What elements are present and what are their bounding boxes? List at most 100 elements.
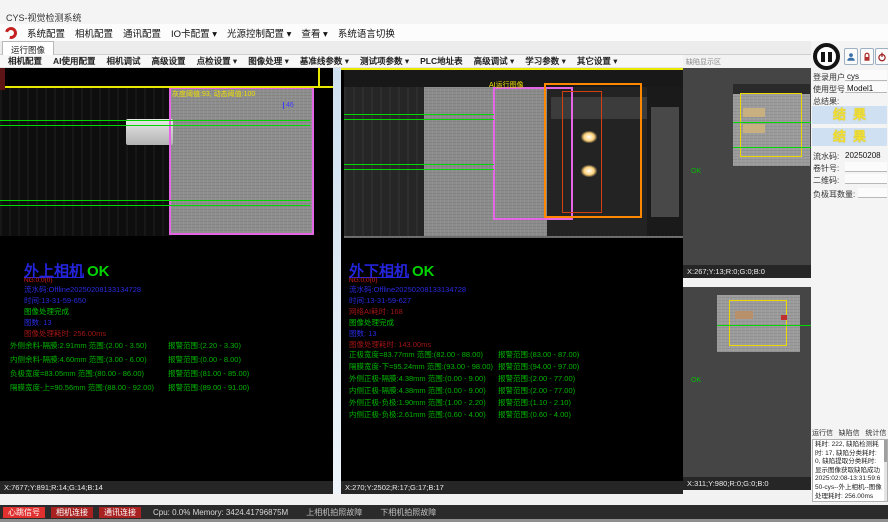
power-icon [877, 52, 887, 62]
preview-status-overlay: OK [691, 377, 701, 384]
heartbeat-badge: 心跳信号 [3, 507, 45, 518]
menu-item-io-config[interactable]: IO卡配置 ▾ [171, 26, 217, 40]
cursor-readout-preview-lower: X:311;Y:980;R:0;G:0;B:0 [683, 477, 811, 490]
lower-camera-warning: 下相机拍照故障 [380, 507, 436, 518]
qrcode-field[interactable] [845, 174, 887, 184]
measurement-value: 外侧余料-隔膜:2.91mm 范围:(2.00 - 3.50) [10, 341, 147, 350]
cursor-readout-upper: X:7677;Y:891;R:14;G:14;B:14 [0, 481, 333, 494]
tool-other-settings[interactable]: 其它设置 ▾ [577, 55, 618, 67]
menu-item-system-config[interactable]: 系统配置 [27, 26, 65, 40]
serial-value: 20250208 [845, 151, 881, 160]
result-ok: OK [87, 263, 110, 280]
winder-pin-field[interactable] [845, 162, 887, 172]
tool-test-params[interactable]: 测试项参数 ▾ [360, 55, 409, 67]
roi-rect-magenta [169, 87, 314, 235]
menu-item-language-switch[interactable]: 系统语言切换 [338, 26, 395, 40]
menu-item-camera-config[interactable]: 相机配置 [75, 26, 113, 40]
user-button[interactable] [844, 48, 858, 65]
measurement-row: 正极宽度=83.77mm 范围:(82.00 - 88.00)报警范围:(83.… [349, 349, 679, 360]
measure-line [733, 147, 811, 148]
measure-line [344, 164, 494, 165]
info-log-box[interactable]: 耗时: 222, 缺陷检测耗时: 17, 缺陷分类耗时: 0, 缺陷提取分类耗时… [812, 439, 888, 502]
negative-tab-count-label: 负极耳数量: [813, 189, 855, 200]
toolbar: 相机配置 AI使用配置 相机调试 高级设置 点检设置 ▾ 图像处理 ▾ 基准线参… [0, 55, 683, 68]
tool-image-processing[interactable]: 图像处理 ▾ [248, 55, 289, 67]
baseline-yellow-v [318, 68, 320, 86]
threshold-overlay: 灰度阈值:93, 动态阈值:100 [172, 89, 255, 99]
tool-plc-address[interactable]: PLC地址表 [420, 55, 463, 67]
alarm-range: 报警范围:(81.00 - 85.00) [168, 368, 249, 379]
winder-pin-label: 卷针号: [813, 163, 839, 174]
connector-tab-image [126, 119, 173, 145]
alarm-range: 报警范围:(2.20 - 3.30) [168, 340, 241, 351]
tool-baseline-params[interactable]: 基准线参数 ▾ [300, 55, 349, 67]
tab-mark [735, 311, 753, 319]
preview-status-overlay: OK [691, 168, 701, 175]
panel-divider [333, 68, 341, 494]
qrcode-label: 二维码: [813, 175, 839, 186]
alarm-range: 报警范围:(94.00 - 97.00) [498, 361, 579, 372]
tool-learning-params[interactable]: 学习参数 ▾ [525, 55, 566, 67]
measure-line [344, 114, 494, 115]
measurement-value: 内侧余料-隔膜:4.60mm 范围:(3.00 - 6.00) [10, 355, 147, 364]
serial-line: 流水码:Offline20250208133134728 [24, 284, 141, 295]
measurement-row: 内侧正极-隔膜:4.38mm 范围:(0.00 - 9.00) 报警范围:(2.0… [349, 385, 679, 396]
measure-line [0, 200, 310, 201]
lock-icon [862, 52, 872, 62]
camera-link-badge: 相机连接 [51, 507, 93, 518]
measurement-row: 隔膜宽度-下=95.24mm 范围:(93.00 - 98.00) 报警范围:(9… [349, 361, 679, 372]
measurement-value: 隔膜宽度-下=95.24mm 范围:(93.00 - 98.00) [349, 362, 493, 371]
gray-value-marker: 46 [283, 102, 294, 109]
login-user-label: 登录用户: [813, 72, 847, 83]
alarm-range: 报警范围:(2.00 - 77.00) [498, 385, 575, 396]
cpu-memory-readout: Cpu: 0.0% Memory: 3424.41796875M [153, 508, 288, 517]
tab-run-image[interactable]: 运行图像 [2, 41, 54, 55]
ng-counter: NG:0;0(0) [24, 277, 53, 284]
defect-preview-upper[interactable]: OK [683, 68, 811, 265]
model-value: Model1 [847, 84, 873, 93]
measurement-value: 内侧正极-隔膜:4.38mm 范围:(0.00 - 9.00) [349, 386, 486, 395]
menu-item-view[interactable]: 查看 ▾ [301, 26, 327, 40]
tool-camera-config[interactable]: 相机配置 [8, 55, 42, 67]
measurement-row: 隔膜宽度-上=90.56mm 范围:(88.00 - 92.00) 报警范围:(8… [10, 382, 330, 393]
measurement-value: 外侧正极-隔膜:4.38mm 范围:(0.00 - 9.00) [349, 374, 486, 383]
cursor-readout-preview-upper: X:267;Y:13;R:0;G:0;B:0 [683, 265, 811, 278]
measurement-row: 外侧正极-隔膜:4.38mm 范围:(0.00 - 9.00)报警范围:(2.0… [349, 373, 679, 384]
ng-counter: NG:0;0(0) [349, 277, 378, 284]
status-bar: 心跳信号 相机连接 通讯连接 Cpu: 0.0% Memory: 3424.41… [0, 505, 888, 519]
pause-button[interactable] [813, 43, 840, 70]
tool-camera-debug[interactable]: 相机调试 [107, 55, 141, 67]
measurement-value: 外侧正极-负极:1.90mm 范围:(1.00 - 2.20) [349, 398, 486, 407]
defect-area-label: 缺陷显示区 [686, 57, 721, 67]
info-scrollbar[interactable] [884, 440, 887, 501]
camera-view-upper[interactable]: 灰度阈值:93, 动态阈值:100 46 外上相机OK NG:0;0(0) 流水… [0, 68, 333, 481]
alarm-range: 报警范围:(83.00 - 87.00) [498, 349, 579, 360]
camera-image [0, 88, 172, 236]
measurement-value: 隔膜宽度-上=90.56mm 范围:(88.00 - 92.00) [10, 383, 154, 392]
measurement-value: 负极宽度=83.05mm 范围:(80.00 - 86.00) [10, 369, 144, 378]
alarm-range: 报警范围:(89.00 - 91.00) [168, 382, 249, 393]
power-button[interactable] [875, 48, 888, 65]
camera-view-lower[interactable]: AI运行图像 外下相机OK NG:0;0(0) 流水码:Offline20250… [341, 68, 683, 481]
defect-mark [781, 315, 787, 320]
tool-advanced-debug[interactable]: 高级调试 ▾ [474, 55, 515, 67]
measurement-row: 外侧正极-负极:1.90mm 范围:(1.00 - 2.20)报警范围:(1.1… [349, 397, 679, 408]
defect-preview-lower[interactable]: OK [683, 287, 811, 477]
menu-item-light-config[interactable]: 光源控制配置 ▾ [227, 26, 291, 40]
tool-ai-usage-config[interactable]: AI使用配置 [53, 55, 96, 67]
measurement-row: 外侧余料-隔膜:2.91mm 范围:(2.00 - 3.50) 报警范围:(2.2… [10, 340, 330, 351]
tool-spot-check[interactable]: 点检设置 ▾ [197, 55, 238, 67]
frame-count-line: 图数: 13 [24, 317, 52, 328]
lock-button[interactable] [860, 48, 874, 65]
frame-count-line: 图数: 13 [349, 328, 377, 339]
left-edge-marker [0, 68, 5, 90]
menu-item-comm-config[interactable]: 通讯配置 [123, 26, 161, 40]
measurement-value: 内侧正极-负极:2.61mm 范围:(0.60 - 4.00) [349, 410, 486, 419]
measure-line [0, 120, 310, 121]
user-icon [846, 52, 856, 62]
negative-tab-count-field[interactable] [858, 188, 887, 198]
cursor-readout-lower: X:270;Y:2502;R:17;G:17;B:17 [341, 481, 683, 494]
serial-line: 流水码:Offline20250208133134728 [349, 284, 466, 295]
comm-link-badge: 通讯连接 [99, 507, 141, 518]
tool-advanced-settings[interactable]: 高级设置 [152, 55, 186, 67]
